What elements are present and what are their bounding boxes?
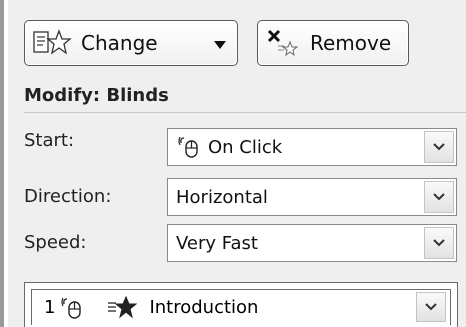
add-effect-star-icon [31,28,73,58]
start-select[interactable]: On Click [167,128,457,166]
chevron-down-icon[interactable] [416,292,446,322]
section-heading: Modify: Blinds [24,85,169,106]
chevron-down-icon[interactable] [424,181,454,213]
list-item-number: 1 [44,297,56,318]
chevron-down-icon[interactable] [424,227,454,259]
mouse-icon [61,296,83,320]
change-button-label: Change [81,31,158,55]
chevron-down-icon [213,31,227,55]
left-border-strip [0,0,4,327]
list-item-name: Introduction [149,297,259,318]
speed-select-value: Very Fast [176,232,258,254]
section-divider [24,112,466,113]
animation-list: 1 Introduction [24,282,458,327]
start-select-value: On Click [208,136,283,158]
remove-effect-button[interactable]: Remove [257,20,409,66]
change-effect-button[interactable]: Change [24,20,238,66]
remove-button-label: Remove [310,31,392,55]
remove-effect-icon [264,28,304,58]
list-item[interactable]: 1 Introduction [31,289,451,325]
direction-label: Direction: [24,186,112,207]
start-label: Start: [24,130,75,151]
speed-label: Speed: [24,232,87,253]
chevron-down-icon[interactable] [424,131,454,163]
entrance-effect-star-icon [107,295,138,321]
direction-select[interactable]: Horizontal [167,178,457,216]
mouse-icon [178,135,200,159]
direction-select-value: Horizontal [176,186,268,208]
speed-select[interactable]: Very Fast [167,224,457,262]
